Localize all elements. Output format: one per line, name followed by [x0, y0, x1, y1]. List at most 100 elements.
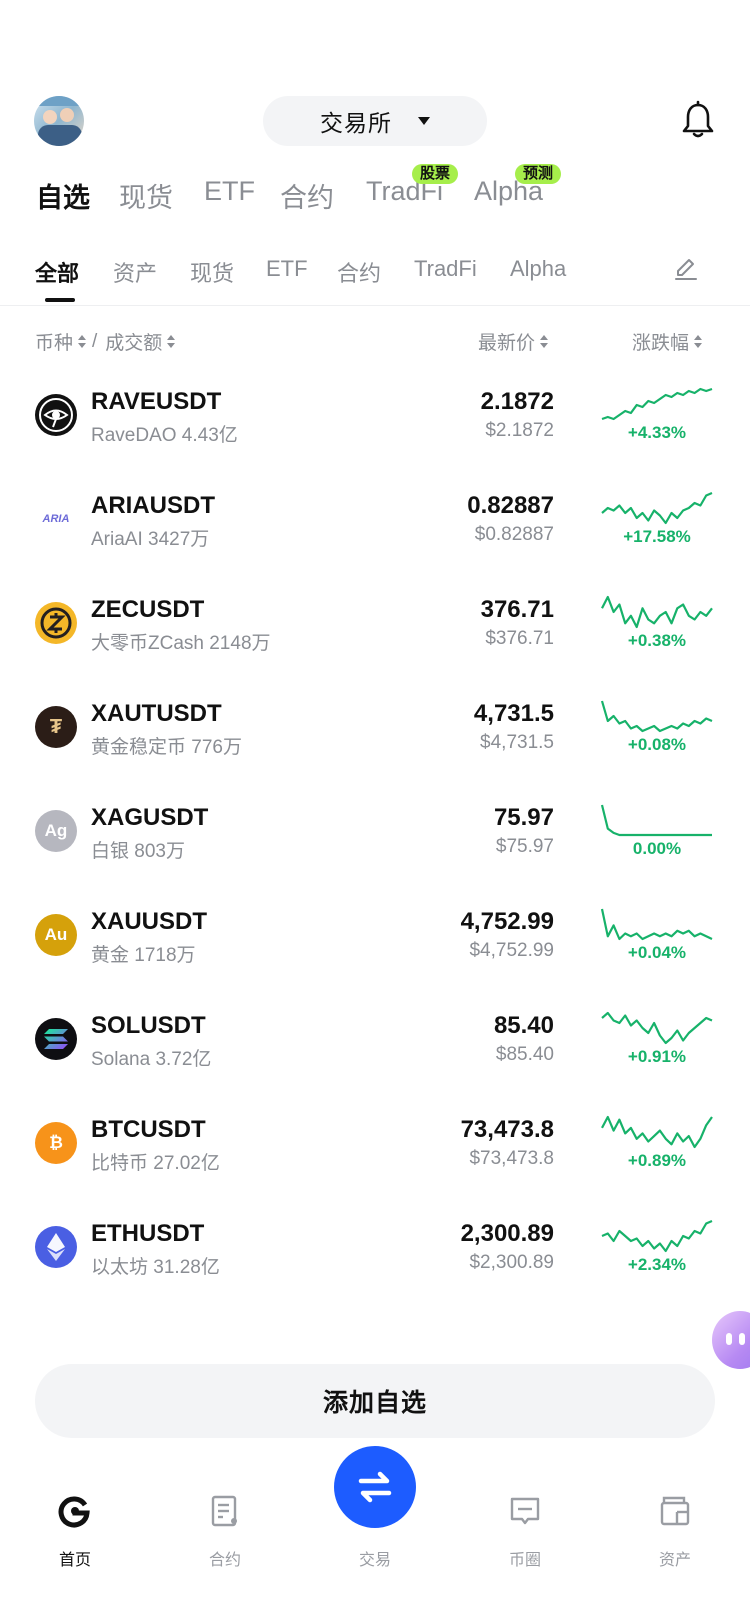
tab-divider: [0, 305, 750, 306]
watchlist-row[interactable]: ZECUSDT 大零币ZCash 2148万 376.71 $376.71 +0.38%: [0, 576, 750, 680]
usd-price: $2.1872: [485, 420, 554, 441]
name-volume: 比特币 27.02亿: [91, 1153, 220, 1174]
symbol: SOLUSDT: [91, 1012, 206, 1039]
exchange-switcher-label: 交易所: [320, 110, 392, 136]
coin-sort-label[interactable]: 币种: [35, 328, 73, 355]
user-avatar[interactable]: [34, 96, 84, 146]
contract-icon: [211, 1495, 237, 1527]
name-volume: AriaAI 3427万: [91, 529, 210, 550]
usd-price: $73,473.8: [469, 1148, 554, 1169]
nav-home-label: 首页: [58, 1552, 91, 1569]
bell-icon[interactable]: [680, 100, 716, 140]
caret-down-icon: [418, 117, 430, 125]
usd-price: $4,731.5: [480, 732, 554, 753]
last-price: 4,752.99: [460, 908, 554, 935]
tab-etf[interactable]: ETF: [204, 176, 255, 207]
rave-icon: [35, 394, 77, 436]
nav-home[interactable]: 首页: [20, 1470, 130, 1570]
watchlist-row[interactable]: RAVEUSDT RaveDAO 4.43亿 2.1872 $2.1872 +4.33%: [0, 368, 750, 472]
volume-sort-label[interactable]: 成交额: [105, 328, 162, 355]
symbol: ARIAUSDT: [91, 492, 215, 519]
subtab-futures[interactable]: 合约: [337, 256, 381, 288]
main-tab-bar: 自选 现货 ETF 合约 TradFi 股票 Alpha 预测: [0, 164, 750, 216]
trade-button[interactable]: [334, 1446, 416, 1528]
symbol: BTCUSDT: [91, 1116, 206, 1143]
usd-price: $85.40: [495, 1044, 554, 1065]
watchlist-row[interactable]: ₿ BTCUSDT 比特币 27.02亿 73,473.8 $73,473.8 +0.89…: [0, 1096, 750, 1200]
aria-icon: ARIA: [35, 498, 77, 540]
sparkline-chart: [601, 1219, 713, 1253]
top-header: 交易所: [0, 92, 750, 152]
community-icon: [510, 1497, 540, 1525]
sparkline-path: [601, 595, 713, 629]
usd-price: $4,752.99: [469, 940, 554, 961]
last-price: 2,300.89: [460, 1220, 554, 1247]
sparkline-chart: [601, 387, 713, 421]
change-percent: +2.34%: [627, 1255, 687, 1274]
swap-icon: [358, 1471, 392, 1503]
symbol: RAVEUSDT: [91, 388, 222, 415]
change-percent: +4.33%: [627, 423, 687, 442]
subtab-spot[interactable]: 现货: [190, 256, 234, 288]
watchlist-row[interactable]: Ag XAGUSDT 白银 803万 75.97 $75.97 0.00%: [0, 784, 750, 888]
nav-contract[interactable]: 合约: [170, 1470, 280, 1570]
name-volume: 黄金 1718万: [91, 945, 196, 966]
active-tab-indicator: [45, 298, 75, 302]
exchange-switcher[interactable]: 交易所: [263, 96, 487, 146]
sparkline-path: [601, 1219, 713, 1253]
watchlist-row[interactable]: ARIA ARIAUSDT AriaAI 3427万 0.82887 $0.82887 +…: [0, 472, 750, 576]
last-price: 4,731.5: [473, 700, 554, 727]
symbol: XAGUSDT: [91, 804, 209, 831]
name-volume: 白银 803万: [91, 841, 185, 862]
column-separator: /: [92, 330, 98, 352]
sparkline-chart: [600, 804, 712, 837]
subtab-tradfi[interactable]: TradFi: [414, 256, 477, 282]
change-percent: +0.91%: [627, 1047, 687, 1066]
name-volume: 黄金稳定币 776万: [91, 737, 242, 758]
nav-assets[interactable]: 资产: [620, 1470, 730, 1570]
add-favorite-button[interactable]: 添加自选: [35, 1364, 715, 1438]
sparkline-chart: [601, 595, 713, 629]
usd-price: $75.97: [495, 836, 554, 857]
tether-gold-icon: ₮: [35, 706, 77, 748]
last-price-sort-label[interactable]: 最新价: [478, 328, 535, 355]
sort-icon[interactable]: [78, 334, 87, 349]
watchlist-row[interactable]: ETHUSDT 以太坊 31.28亿 2,300.89 $2,300.89 +2.34%: [0, 1200, 750, 1304]
change-percent: +0.89%: [627, 1151, 687, 1170]
wallet-icon: [660, 1496, 690, 1526]
sparkline-path: [601, 1011, 713, 1045]
sparkline-path: [600, 804, 712, 837]
subtab-etf[interactable]: ETF: [266, 256, 308, 282]
usd-price: $376.71: [485, 628, 554, 649]
last-price-header[interactable]: 最新价: [478, 328, 549, 355]
solana-icon: [35, 1018, 77, 1060]
assistant-bot-icon[interactable]: [712, 1311, 750, 1369]
bitcoin-icon: ₿: [35, 1122, 77, 1164]
change-header[interactable]: 涨跌幅: [632, 328, 703, 355]
change-percent: 0.00%: [632, 839, 682, 858]
nav-contract-label: 合约: [208, 1552, 241, 1569]
watchlist: RAVEUSDT RaveDAO 4.43亿 2.1872 $2.1872 +4.33%…: [0, 368, 750, 1304]
watchlist-row[interactable]: SOLUSDT Solana 3.72亿 85.40 $85.40 +0.91%: [0, 992, 750, 1096]
ethereum-icon: [35, 1226, 77, 1268]
watchlist-row[interactable]: ₮ XAUTUSDT 黄金稳定币 776万 4,731.5 $4,731.5 +0.08%: [0, 680, 750, 784]
subtab-alpha[interactable]: Alpha: [510, 256, 566, 282]
sort-icon[interactable]: [540, 334, 549, 349]
subtab-assets[interactable]: 资产: [113, 256, 157, 288]
sort-icon[interactable]: [167, 334, 176, 349]
name-volume: 以太坊 31.28亿: [91, 1257, 220, 1278]
tab-spot[interactable]: 现货: [119, 176, 173, 215]
edit-icon[interactable]: [673, 256, 699, 282]
last-price: 2.1872: [480, 388, 554, 415]
tab-favorites[interactable]: 自选: [36, 176, 90, 215]
subtab-all[interactable]: 全部: [35, 256, 79, 288]
nav-community[interactable]: 币圈: [470, 1470, 580, 1570]
sort-icon[interactable]: [694, 334, 703, 349]
name-volume: 大零币ZCash 2148万: [91, 633, 271, 654]
tab-futures[interactable]: 合约: [280, 176, 334, 215]
watchlist-row[interactable]: Au XAUUSDT 黄金 1718万 4,752.99 $4,752.99 +0.04%: [0, 888, 750, 992]
change-sort-label[interactable]: 涨跌幅: [632, 328, 689, 355]
sparkline-chart: [601, 1115, 713, 1149]
sparkline-chart: [601, 491, 713, 525]
zcash-icon: [35, 602, 77, 644]
